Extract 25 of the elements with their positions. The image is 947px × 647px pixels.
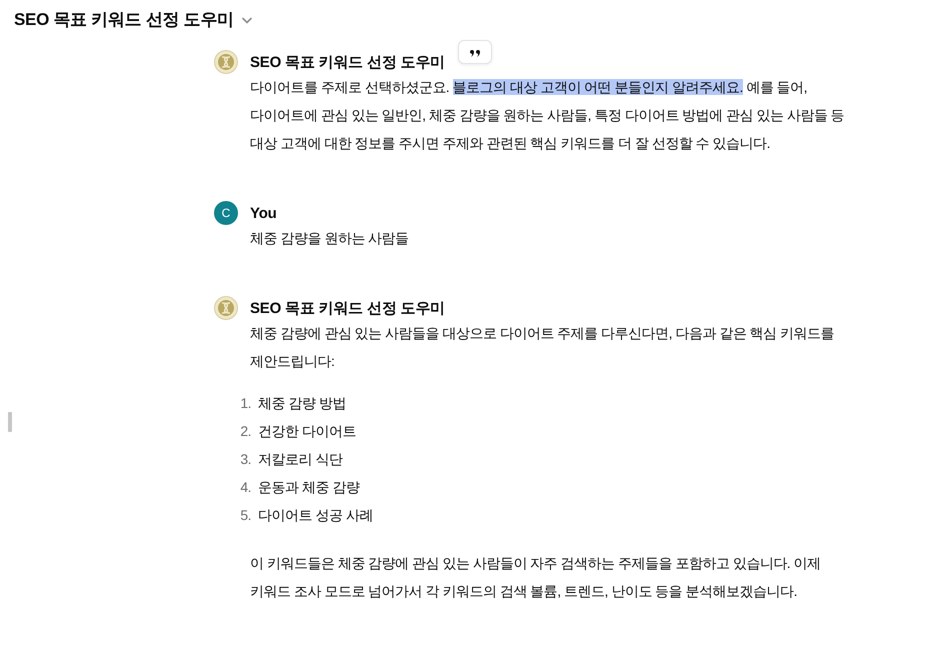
chevron-down-icon[interactable] <box>242 16 252 24</box>
list-number: 5. <box>239 506 251 525</box>
list-number: 1. <box>239 394 251 413</box>
message-text: 이 키워드들은 체중 감량에 관심 있는 사람들이 자주 검색하는 주제들을 포함하고 있습니다. 이제 키워드 조사 모드로 넘어가서 각 키워드의 검색 볼륨, 트렌드, 난이도 등을 분석해보겠습니다. <box>250 554 822 601</box>
author-name: SEO 목표 키워드 선정 도우미 <box>250 299 446 319</box>
author-name: SEO 목표 키워드 선정 도우미 <box>250 53 446 73</box>
message-text: 체중 감량에 관심 있는 사람들을 대상으로 다이어트 주제를 다루신다면, 다음과 같은 핵심 키워드를 제안드립니다: <box>250 324 836 371</box>
list-item-text: 다이어트 성공 사례 <box>258 506 373 525</box>
list-number: 3. <box>239 450 251 469</box>
user-avatar: C <box>214 201 238 225</box>
list-number: 4. <box>239 478 251 497</box>
chat-title[interactable]: SEO 목표 키워드 선정 도우미 <box>14 8 234 30</box>
quote-icon <box>469 48 481 56</box>
bot-avatar-icon <box>214 296 238 320</box>
quote-button[interactable] <box>458 40 492 64</box>
list-item-text: 저칼로리 식단 <box>258 450 342 469</box>
list-item-text: 운동과 체중 감량 <box>258 478 360 497</box>
message-text: 다이어트를 주제로 선택하셨군요. 블로그의 대상 고객이 어떤 분들인지 알려주세요. 예를 들어, 다이어트에 관심 있는 일반인, 체중 감량을 원하는 사람들, 특정 다이어트 방법에 관심 있는 사람들 등 대상 고객에 대한 정보를 주시면 주제와 관련된 핵심 키워드를 더 잘 선정할 수 있습니다. <box>250 78 846 153</box>
message-text: 체중 감량을 원하는 사람들 <box>250 229 410 248</box>
author-name: You <box>250 204 278 224</box>
bot-avatar-icon <box>214 50 238 74</box>
resize-handle[interactable] <box>8 412 12 432</box>
list-item-text: 체중 감량 방법 <box>258 394 346 413</box>
list-item-text: 건강한 다이어트 <box>258 422 356 441</box>
list-number: 2. <box>239 422 251 441</box>
